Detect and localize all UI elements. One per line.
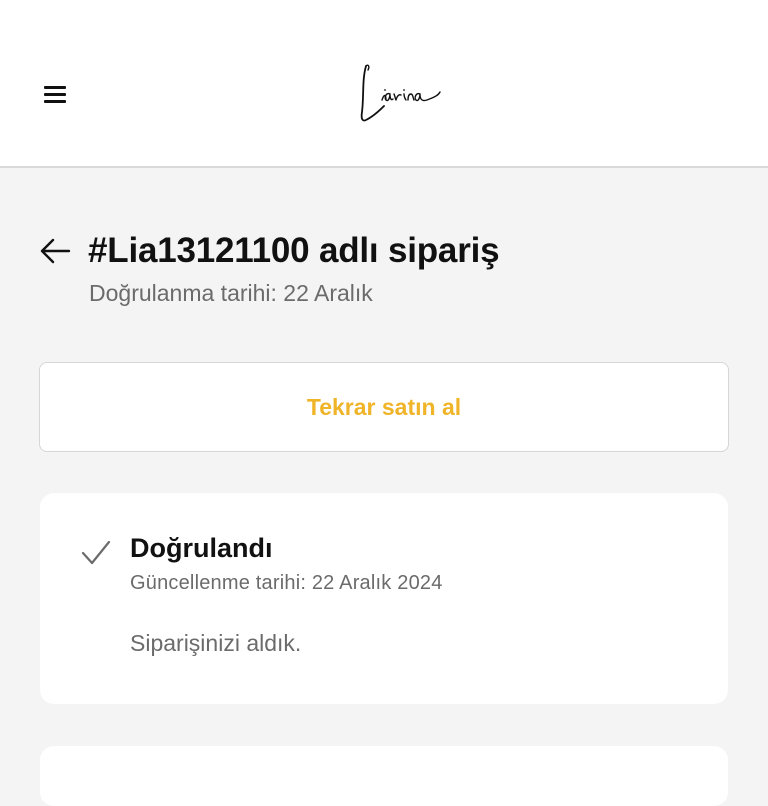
- arrow-left-icon[interactable]: [38, 233, 74, 269]
- hamburger-menu-icon[interactable]: [40, 80, 70, 110]
- menu-line: [44, 93, 66, 96]
- brand-logo[interactable]: [352, 60, 448, 126]
- status-message: Siparişinizi aldık.: [130, 630, 302, 656]
- buy-again-button[interactable]: Tekrar satın al: [39, 362, 729, 452]
- checkmark-icon: [81, 540, 111, 565]
- status-updated-date: Güncellenme tarihi: 22 Aralık 2024: [130, 572, 443, 594]
- next-card: [40, 746, 728, 806]
- status-title: Doğrulandı: [130, 533, 273, 563]
- order-title-row: #Lia13121100 adlı sipariş: [38, 226, 500, 276]
- menu-line: [44, 100, 66, 103]
- app-header: [0, 0, 768, 168]
- order-status-card: Doğrulandı Güncellenme tarihi: 22 Aralık…: [40, 493, 728, 704]
- confirmed-date: Doğrulanma tarihi: 22 Aralık: [89, 280, 373, 306]
- page-title: #Lia13121100 adlı sipariş: [88, 231, 500, 270]
- menu-line: [44, 86, 66, 89]
